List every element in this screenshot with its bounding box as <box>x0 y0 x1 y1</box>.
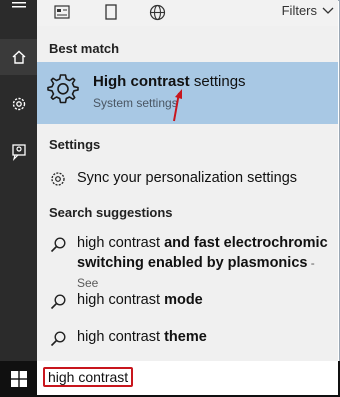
gear-icon <box>12 97 25 111</box>
suggestion-text: high contrast mode <box>77 290 203 310</box>
search-box[interactable]: high contrast <box>37 361 338 395</box>
globe-icon <box>149 4 165 20</box>
suggestion-prefix: high contrast <box>77 292 165 308</box>
windows-logo-icon <box>10 371 27 387</box>
suggestion-prefix: high contrast <box>77 329 165 345</box>
filters-dropdown[interactable]: Filters <box>282 3 334 18</box>
apps-filter[interactable] <box>101 3 121 21</box>
best-match-heading: Best match <box>49 41 120 56</box>
red-arrow-annotation <box>173 89 182 122</box>
suggestion-item[interactable]: high contrast mode <box>37 290 338 314</box>
feedback-icon <box>11 144 26 161</box>
suggestion-text: high contrast theme <box>77 327 207 347</box>
settings-result[interactable]: Sync your personalization settings <box>37 168 338 192</box>
menu-button[interactable] <box>0 0 37 12</box>
best-match-title-rest: settings <box>189 73 246 90</box>
documents-filter[interactable] <box>52 3 72 21</box>
filters-label: Filters <box>281 3 317 18</box>
settings-result-label: Sync your personalization settings <box>77 170 298 186</box>
magnifier-icon <box>50 294 66 310</box>
magnifier-icon <box>50 237 66 253</box>
gear-icon <box>51 172 65 186</box>
start-button[interactable] <box>0 361 37 397</box>
suggestion-item[interactable]: high contrast theme <box>37 327 338 351</box>
gear-icon <box>47 74 79 104</box>
settings-heading: Settings <box>49 137 101 152</box>
results-panel: Best match High contrast settings System… <box>37 26 338 361</box>
search-input[interactable]: high contrast <box>43 367 134 387</box>
home-icon <box>12 50 25 64</box>
suggestion-bold: theme <box>164 329 207 345</box>
chevron-down-icon <box>322 7 334 14</box>
left-rail <box>0 0 37 361</box>
feedback-button[interactable] <box>0 134 37 170</box>
search-suggestions-heading: Search suggestions <box>49 205 173 220</box>
settings-rail-button[interactable] <box>0 86 37 122</box>
best-match-subtitle: System settings <box>93 96 178 110</box>
menu-icon <box>11 2 26 8</box>
best-match-result[interactable]: High contrast settings System settings <box>37 62 338 124</box>
suggestion-bold-line1: and fast electrochromic <box>164 235 328 251</box>
document-icon <box>54 5 70 19</box>
suggestion-bold: mode <box>164 292 203 308</box>
magnifier-icon <box>50 331 66 347</box>
suggestion-text: high contrast and fast electrochromic sw… <box>77 233 338 293</box>
bookmark-icon <box>105 4 117 20</box>
suggestion-item[interactable]: high contrast and fast electrochromic sw… <box>37 233 338 290</box>
top-bar: Filters <box>37 0 338 26</box>
web-filter[interactable] <box>147 3 167 21</box>
home-button[interactable] <box>0 39 37 75</box>
suggestion-bold-line2: switching enabled by plasmonics <box>77 255 308 271</box>
suggestion-prefix: high contrast <box>77 235 165 251</box>
